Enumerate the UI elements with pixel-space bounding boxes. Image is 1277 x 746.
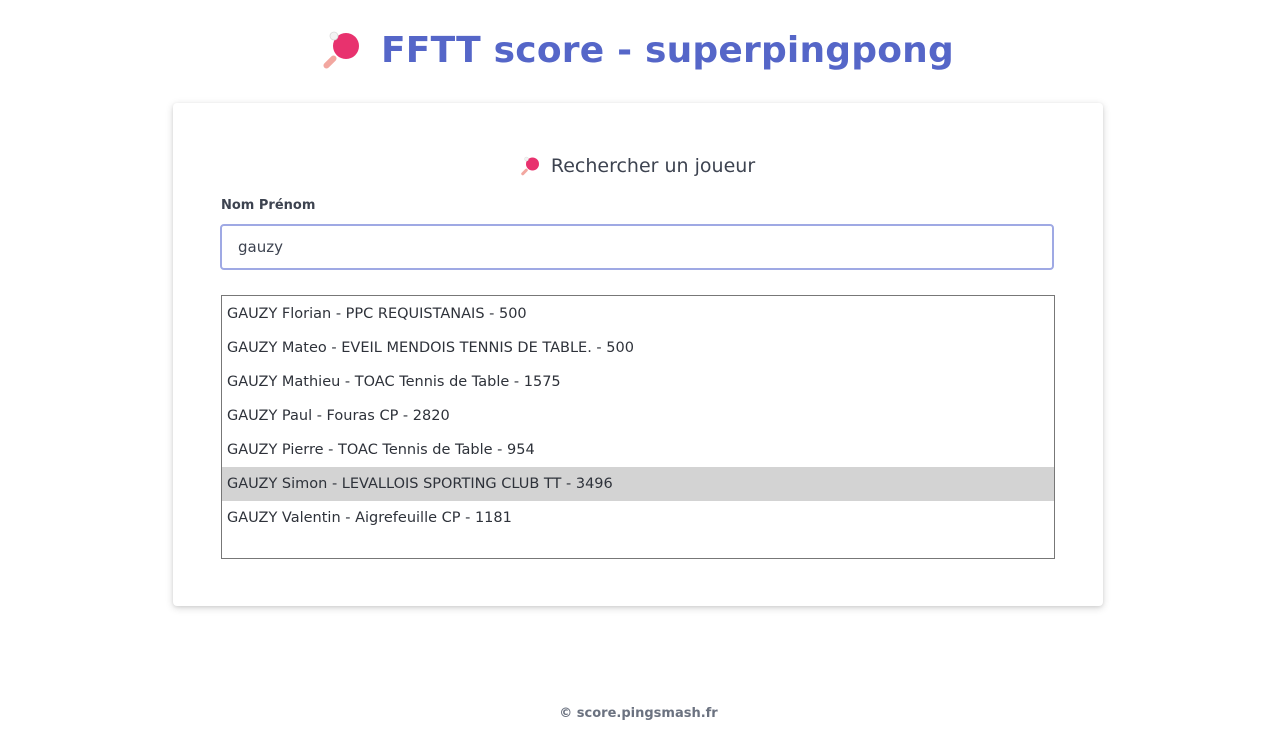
page: FFTT score - superpingpong Rechercher un…: [0, 0, 1277, 746]
search-result-item[interactable]: GAUZY Simon - LEVALLOIS SPORTING CLUB TT…: [222, 467, 1054, 501]
search-result-item[interactable]: GAUZY Pierre - TOAC Tennis de Table - 95…: [222, 433, 1054, 467]
ping-pong-paddle-icon: [323, 30, 363, 70]
name-field-label: Nom Prénom: [221, 198, 316, 213]
search-result-item[interactable]: GAUZY Valentin - Aigrefeuille CP - 1181: [222, 501, 1054, 535]
search-card: Rechercher un joueur Nom Prénom GAUZY Fl…: [173, 103, 1103, 606]
search-result-item[interactable]: GAUZY Mateo - EVEIL MENDOIS TENNIS DE TA…: [222, 331, 1054, 365]
search-result-item[interactable]: GAUZY Mathieu - TOAC Tennis de Table - 1…: [222, 365, 1054, 399]
search-result-item[interactable]: GAUZY Paul - Fouras CP - 2820: [222, 399, 1054, 433]
page-title: FFTT score - superpingpong: [381, 29, 954, 71]
search-result-item[interactable]: GAUZY Florian - PPC REQUISTANAIS - 500: [222, 297, 1054, 331]
player-search-input[interactable]: [220, 224, 1054, 270]
ping-pong-paddle-icon: [521, 156, 541, 176]
page-header: FFTT score - superpingpong: [0, 24, 1277, 76]
search-heading-text: Rechercher un joueur: [550, 155, 756, 177]
footer-copyright: © score.pingsmash.fr: [559, 706, 718, 721]
search-heading: Rechercher un joueur: [173, 153, 1103, 179]
search-results-list[interactable]: GAUZY Florian - PPC REQUISTANAIS - 500 GA…: [221, 295, 1055, 559]
